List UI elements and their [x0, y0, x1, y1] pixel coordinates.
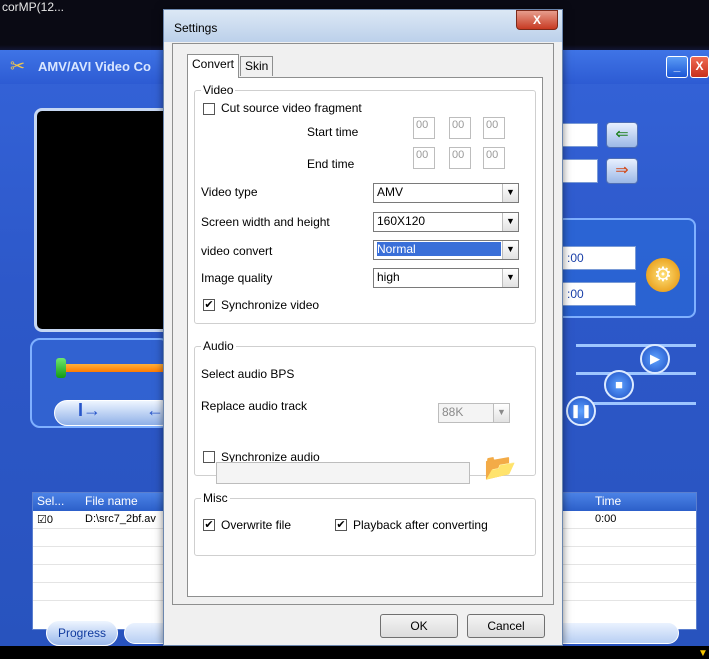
folder-open-icon[interactable]: 📂	[484, 452, 516, 483]
settings-gear-icon[interactable]: ⚙	[646, 258, 680, 292]
cut-source-checkbox[interactable]	[203, 103, 215, 115]
replace-audio-label: Replace audio track	[201, 399, 308, 413]
misc-group-label: Misc	[201, 491, 230, 505]
source-path-field[interactable]	[558, 123, 598, 147]
start-time-label: Start time	[307, 125, 359, 139]
start-time-field[interactable]: :00	[558, 246, 636, 270]
taskbar-title: corMP(12...	[2, 0, 65, 14]
control-line	[576, 344, 696, 347]
open-output-button[interactable]: ⇒	[606, 158, 638, 184]
screen-size-value: 160X120	[377, 214, 426, 228]
header-file-name[interactable]: File name	[85, 494, 138, 508]
video-convert-label: video convert	[201, 244, 273, 258]
end-minutes-field[interactable]: 00	[449, 147, 471, 169]
video-type-value: AMV	[377, 185, 404, 199]
header-select[interactable]: Sel...	[37, 494, 64, 508]
chevron-down-icon: ▼	[493, 404, 509, 422]
video-group: Video Cut source video fragment Start ti…	[194, 83, 536, 324]
desktop: corMP(12... ✂ AMV/AVI Video Co _ X ⇐ ⇒ :…	[0, 0, 709, 659]
minimize-button[interactable]: _	[666, 56, 688, 78]
mark-out-button[interactable]: ←	[146, 400, 164, 421]
dialog-body: Convert Skin Video Cut source video frag…	[172, 43, 554, 605]
end-time-field[interactable]: :00	[558, 282, 636, 306]
dialog-title: Settings	[174, 21, 218, 35]
ok-button[interactable]: OK	[380, 614, 458, 638]
header-time[interactable]: Time	[595, 494, 621, 508]
convert-tab-page: Video Cut source video fragment Start ti…	[187, 77, 543, 597]
audio-bps-select[interactable]: 88K ▼	[438, 403, 510, 423]
audio-track-field[interactable]	[216, 462, 470, 484]
output-path-field[interactable]	[558, 159, 598, 183]
misc-group: Misc ✔ Overwrite file ✔ Playback after c…	[194, 491, 536, 556]
app-icon: ✂	[10, 56, 26, 76]
screen-size-label: Screen width and height	[201, 215, 330, 229]
end-hours-field[interactable]: 00	[413, 147, 435, 169]
row-file-name: D:\src7_2bf.av	[85, 513, 156, 525]
chevron-down-icon: ▼	[502, 269, 518, 287]
dialog-close-button[interactable]: X	[516, 10, 558, 30]
playback-controls: ▶ ■ ❚❚	[556, 332, 696, 442]
cancel-button[interactable]: Cancel	[467, 614, 545, 638]
sync-audio-checkbox[interactable]	[203, 451, 215, 463]
start-minutes-field[interactable]: 00	[449, 117, 471, 139]
settings-dialog: Settings X Convert Skin Video Cut source…	[163, 9, 563, 646]
app-title: AMV/AVI Video Co	[38, 59, 151, 74]
chevron-down-icon: ▼	[502, 213, 518, 231]
image-quality-label: Image quality	[201, 271, 273, 285]
progress-button[interactable]: Progress	[46, 620, 118, 646]
video-preview	[34, 108, 174, 332]
video-group-label: Video	[201, 83, 236, 97]
image-quality-select[interactable]: high ▼	[373, 268, 519, 288]
play-icon[interactable]: ▶	[640, 344, 670, 374]
chevron-down-icon: ▼	[502, 241, 518, 259]
tab-skin[interactable]: Skin	[240, 56, 274, 76]
row-select-checkbox[interactable]: ☑0	[37, 513, 53, 526]
mark-in-button[interactable]: I→	[78, 400, 101, 421]
stop-icon[interactable]: ■	[604, 370, 634, 400]
audio-bps-value: 88K	[442, 405, 464, 419]
video-type-label: Video type	[201, 185, 258, 199]
overwrite-label: Overwrite file	[221, 518, 292, 532]
seek-thumb[interactable]	[56, 358, 66, 378]
video-type-select[interactable]: AMV ▼	[373, 183, 519, 203]
audio-group-label: Audio	[201, 339, 236, 353]
seek-track[interactable]	[58, 364, 170, 372]
video-convert-value: Normal	[377, 242, 501, 256]
close-button[interactable]: X	[690, 56, 709, 78]
row-time: 0:00	[595, 513, 617, 525]
sync-video-checkbox[interactable]: ✔	[203, 299, 215, 311]
video-convert-select[interactable]: Normal ▼	[373, 240, 519, 260]
open-source-button[interactable]: ⇐	[606, 122, 638, 148]
start-hours-field[interactable]: 00	[413, 117, 435, 139]
screen-size-select[interactable]: 160X120 ▼	[373, 212, 519, 232]
overwrite-checkbox[interactable]: ✔	[203, 519, 215, 531]
end-time-label: End time	[307, 157, 355, 171]
cut-source-label: Cut source video fragment	[221, 101, 362, 115]
pause-icon[interactable]: ❚❚	[566, 396, 596, 426]
scroll-down-icon[interactable]: ▼	[698, 648, 708, 659]
playback-label: Playback after converting	[353, 518, 488, 532]
dialog-titlebar: Settings X	[164, 10, 562, 42]
tab-convert[interactable]: Convert	[187, 54, 240, 78]
chevron-down-icon: ▼	[502, 184, 518, 202]
audio-bps-label: Select audio BPS	[201, 367, 295, 381]
sync-video-label: Synchronize video	[221, 298, 320, 312]
playback-checkbox[interactable]: ✔	[335, 519, 347, 531]
start-seconds-field[interactable]: 00	[483, 117, 505, 139]
image-quality-value: high	[377, 270, 400, 284]
control-line	[576, 372, 696, 375]
end-seconds-field[interactable]: 00	[483, 147, 505, 169]
